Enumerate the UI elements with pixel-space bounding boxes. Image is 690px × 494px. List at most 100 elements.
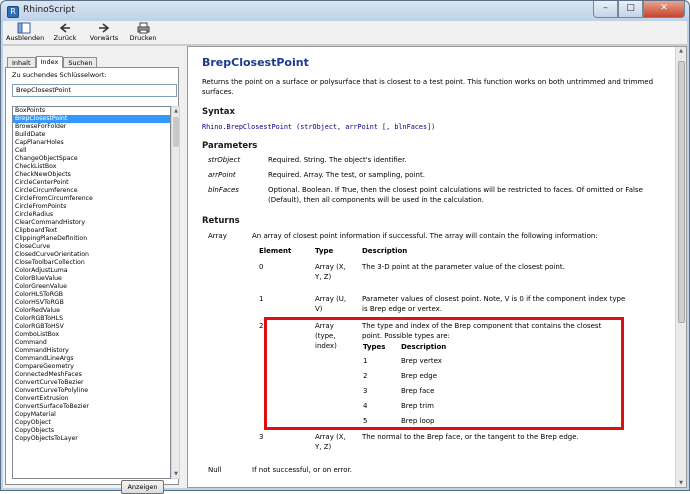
table-header-type: Type: [315, 247, 334, 255]
keyword-list-item[interactable]: BrepClosestPoint: [13, 115, 170, 123]
keyword-list-item[interactable]: CopyObject: [13, 419, 170, 427]
maximize-button[interactable]: □: [618, 1, 643, 18]
keyword-list-item[interactable]: CheckNewObjects: [13, 171, 170, 179]
keyword-list-item[interactable]: CircleFromCircumference: [13, 195, 170, 203]
param-name: arrPoint: [208, 171, 236, 179]
print-button[interactable]: Drucken: [127, 22, 159, 45]
row-element: 2: [259, 322, 264, 330]
keyword-list-item[interactable]: ColorRGBToHSV: [13, 323, 170, 331]
scroll-thumb[interactable]: [678, 61, 685, 323]
window-title: RhinoScript: [23, 5, 75, 15]
keyword-list-item[interactable]: BoxPoints: [13, 107, 170, 115]
row-type: Array (U, V): [315, 295, 347, 313]
row-element: 3: [259, 433, 264, 441]
keyword-list-item[interactable]: BuildDate: [13, 131, 170, 139]
keyword-list-item[interactable]: CircleFromPoints: [13, 203, 170, 211]
tab-index[interactable]: Index: [35, 56, 64, 68]
keyword-list-item[interactable]: ConvertSurfaceToBezier: [13, 403, 170, 411]
topic-scrollbar[interactable]: ▲ ▼: [675, 47, 686, 487]
forward-button[interactable]: Vorwärts: [89, 22, 119, 45]
back-arrow-icon: [51, 22, 79, 34]
syntax-heading: Syntax: [202, 107, 235, 117]
row-element: 0: [259, 263, 264, 271]
content-area: Inhalt Index Suchen Zu suchendes Schlüss…: [3, 46, 687, 494]
parameters-heading: Parameters: [202, 141, 258, 151]
keyword-list-item[interactable]: ConvertExtrusion: [13, 395, 170, 403]
forward-arrow-icon: [89, 22, 119, 34]
table-header-element: Element: [259, 247, 292, 255]
topic-title: BrepClosestPoint: [202, 56, 309, 69]
keyword-list-item[interactable]: ConvertCurveToBezier: [13, 379, 170, 387]
scroll-up-arrow-icon[interactable]: ▲: [678, 47, 684, 55]
scroll-thumb[interactable]: [173, 117, 179, 147]
keyword-list-item[interactable]: ColorRGBToHLS: [13, 315, 170, 323]
keyword-list-item[interactable]: ColorHSVToRGB: [13, 299, 170, 307]
keyword-list-item[interactable]: CircleRadius: [13, 211, 170, 219]
red-highlight-box: [264, 317, 624, 430]
returns-heading: Returns: [202, 216, 240, 226]
topic-description: Returns the point on a surface or polysu…: [202, 78, 654, 96]
hide-button[interactable]: Ausblenden: [6, 22, 44, 45]
topic-pane: BrepClosestPoint Returns the point on a …: [187, 46, 687, 488]
keyword-list-item[interactable]: ClosedCurveOrientation: [13, 251, 170, 259]
keyword-list[interactable]: BoxPoints BrepClosestPoint BrowseForFolder…: [12, 106, 171, 479]
keyword-list-item[interactable]: ColorGreenValue: [13, 283, 170, 291]
keyword-list-item[interactable]: ChangeObjectSpace: [13, 155, 170, 163]
show-button[interactable]: Anzeigen: [121, 480, 164, 494]
keyword-list-item[interactable]: CapPlanarHoles: [13, 139, 170, 147]
keyword-list-item[interactable]: ConvertCurveToPolyline: [13, 387, 170, 395]
row-desc: Parameter values of closest point. Note,…: [362, 295, 626, 313]
navigation-pane: Inhalt Index Suchen Zu suchendes Schlüss…: [3, 46, 183, 494]
keyword-list-item[interactable]: Cell: [13, 147, 170, 155]
syntax-text: Rhino.BrepClosestPoint (strObject, arrPo…: [202, 123, 436, 131]
returns-array-label: Array: [208, 232, 227, 240]
keyword-list-item[interactable]: CloseCurve: [13, 243, 170, 251]
scroll-down-arrow-icon[interactable]: ▼: [678, 479, 684, 487]
param-desc: Optional. Boolean. If True, then the clo…: [268, 186, 643, 204]
keyword-list-item[interactable]: ClipboardText: [13, 227, 170, 235]
param-desc: Required. Array. The test, or sampling, …: [268, 171, 425, 179]
keyword-list-item[interactable]: CommandHistory: [13, 347, 170, 355]
keyword-list-item[interactable]: Command: [13, 339, 170, 347]
keyword-list-item[interactable]: ComboListBox: [13, 331, 170, 339]
scroll-up-arrow-icon[interactable]: ▲: [173, 107, 179, 115]
keyword-list-item[interactable]: CopyObjectsToLayer: [13, 435, 170, 443]
param-desc: Required. String. The object's identifie…: [268, 156, 407, 164]
title-bar[interactable]: R RhinoScript – □ ✕: [1, 1, 689, 23]
keyword-list-item[interactable]: ColorBlueValue: [13, 275, 170, 283]
printer-icon: [127, 22, 159, 34]
row-desc: The normal to the Brep face, or the tang…: [362, 433, 579, 441]
keyword-list-item[interactable]: ColorAdjustLuma: [13, 267, 170, 275]
keyword-list-item[interactable]: CloseToolbarCollection: [13, 259, 170, 267]
returns-null-label: Null: [208, 466, 222, 474]
keyword-input[interactable]: BrepClosestPoint: [12, 84, 177, 97]
keyword-list-item[interactable]: CheckListBox: [13, 163, 170, 171]
minimize-button[interactable]: –: [593, 1, 618, 18]
keyword-list-item[interactable]: ConnectedMeshFaces: [13, 371, 170, 379]
row-desc: The 3-D point at the parameter value of …: [362, 263, 565, 271]
close-button[interactable]: ✕: [643, 1, 685, 18]
keyword-list-item[interactable]: ColorRedValue: [13, 307, 170, 315]
keyword-list-scrollbar[interactable]: ▲ ▼: [171, 106, 180, 479]
table-header-description: Description: [362, 247, 408, 255]
keyword-list-item[interactable]: ClippingPlaneDefinition: [13, 235, 170, 243]
help-window: R RhinoScript – □ ✕ Ausblenden Zurück Vo…: [0, 0, 690, 494]
keyword-list-item[interactable]: BrowseForFolder: [13, 123, 170, 131]
returns-null-desc: If not successful, or on error.: [252, 466, 352, 474]
keyword-list-item[interactable]: CircleCircumference: [13, 187, 170, 195]
keyword-list-item[interactable]: CompareGeometry: [13, 363, 170, 371]
keyword-label: Zu suchendes Schlüsselwort:: [12, 71, 107, 79]
keyword-list-item[interactable]: ClearCommandHistory: [13, 219, 170, 227]
param-name: blnFaces: [208, 186, 239, 194]
keyword-list-item[interactable]: CircleCenterPoint: [13, 179, 170, 187]
scroll-down-arrow-icon[interactable]: ▼: [173, 470, 179, 478]
keyword-list-item[interactable]: CommandLineArgs: [13, 355, 170, 363]
keyword-list-item[interactable]: CopyMaterial: [13, 411, 170, 419]
rhino-app-icon: R: [7, 6, 19, 18]
keyword-list-item[interactable]: CopyObjects: [13, 427, 170, 435]
hide-icon: [6, 22, 42, 34]
toolbar: Ausblenden Zurück Vorwärts Drucken: [3, 21, 687, 45]
keyword-list-item[interactable]: ColorHLSToRGB: [13, 291, 170, 299]
back-button[interactable]: Zurück: [51, 22, 79, 45]
row-element: 1: [259, 295, 264, 303]
